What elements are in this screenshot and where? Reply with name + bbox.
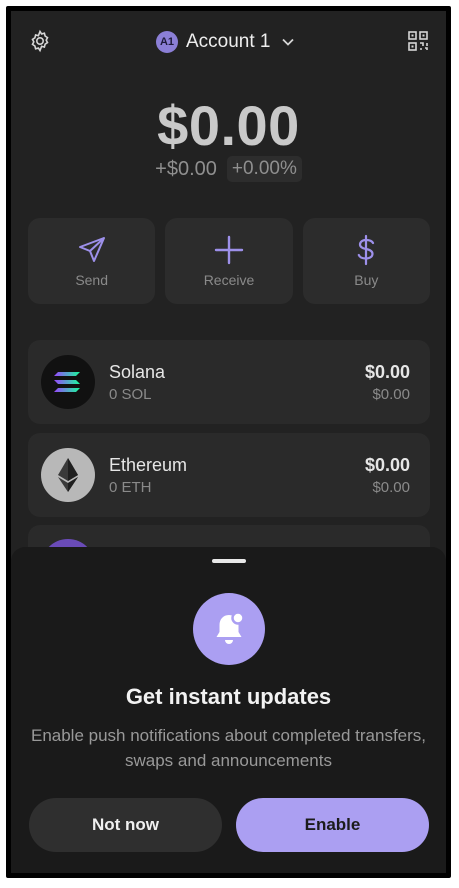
buy-button[interactable]: Buy: [302, 218, 430, 304]
receive-label: Receive: [203, 272, 255, 288]
token-usd: $0.00: [372, 479, 410, 496]
ethereum-logo-icon: [41, 448, 95, 502]
account-name: Account 1: [186, 31, 271, 52]
sheet-body: Enable push notifications about complete…: [30, 726, 427, 770]
account-avatar: A1: [156, 31, 178, 53]
token-row-ethereum[interactable]: Ethereum 0 ETH $0.00 $0.00: [28, 433, 430, 517]
wallet-screen: A1 Account 1 $0.00 +$0.00 +0.00% Send Re…: [11, 11, 446, 873]
send-label: Send: [75, 272, 109, 288]
token-amount: 0 SOL: [109, 386, 152, 403]
send-icon: [78, 237, 105, 262]
dollar-icon: [358, 234, 375, 266]
send-button[interactable]: Send: [28, 218, 156, 304]
notification-sheet: Get instant updates Enable push notifica…: [11, 547, 446, 873]
account-selector[interactable]: A1 Account 1: [156, 27, 295, 57]
receive-button[interactable]: Receive: [165, 218, 293, 304]
sheet-grabber[interactable]: [212, 559, 246, 563]
qr-code-icon[interactable]: [406, 29, 430, 53]
solana-logo-icon: [41, 355, 95, 409]
token-usd: $0.00: [372, 386, 410, 403]
change-percent: +0.00%: [226, 156, 302, 182]
bell-icon: [216, 611, 245, 644]
enable-button[interactable]: Enable: [236, 798, 429, 852]
total-balance: $0.00: [157, 94, 300, 157]
token-name: Ethereum: [109, 455, 188, 475]
not-now-button[interactable]: Not now: [29, 798, 222, 852]
chevron-down-icon: [281, 38, 294, 46]
action-buttons: Send Receive Buy: [28, 218, 430, 304]
token-name: Solana: [109, 362, 166, 382]
sheet-title: Get instant updates: [125, 684, 332, 709]
token-value: $0.00: [364, 455, 410, 475]
token-value: $0.00: [364, 362, 410, 382]
buy-label: Buy: [354, 272, 379, 288]
header: A1 Account 1: [11, 25, 446, 59]
balance-change: +$0.00 +0.00%: [11, 156, 446, 182]
plus-icon: [214, 235, 244, 265]
gear-icon[interactable]: [28, 29, 52, 53]
bell-badge: [193, 593, 265, 665]
token-row-solana[interactable]: Solana 0 SOL $0.00 $0.00: [28, 340, 430, 424]
token-amount: 0 ETH: [109, 479, 152, 496]
change-amount: +$0.00: [155, 157, 217, 180]
